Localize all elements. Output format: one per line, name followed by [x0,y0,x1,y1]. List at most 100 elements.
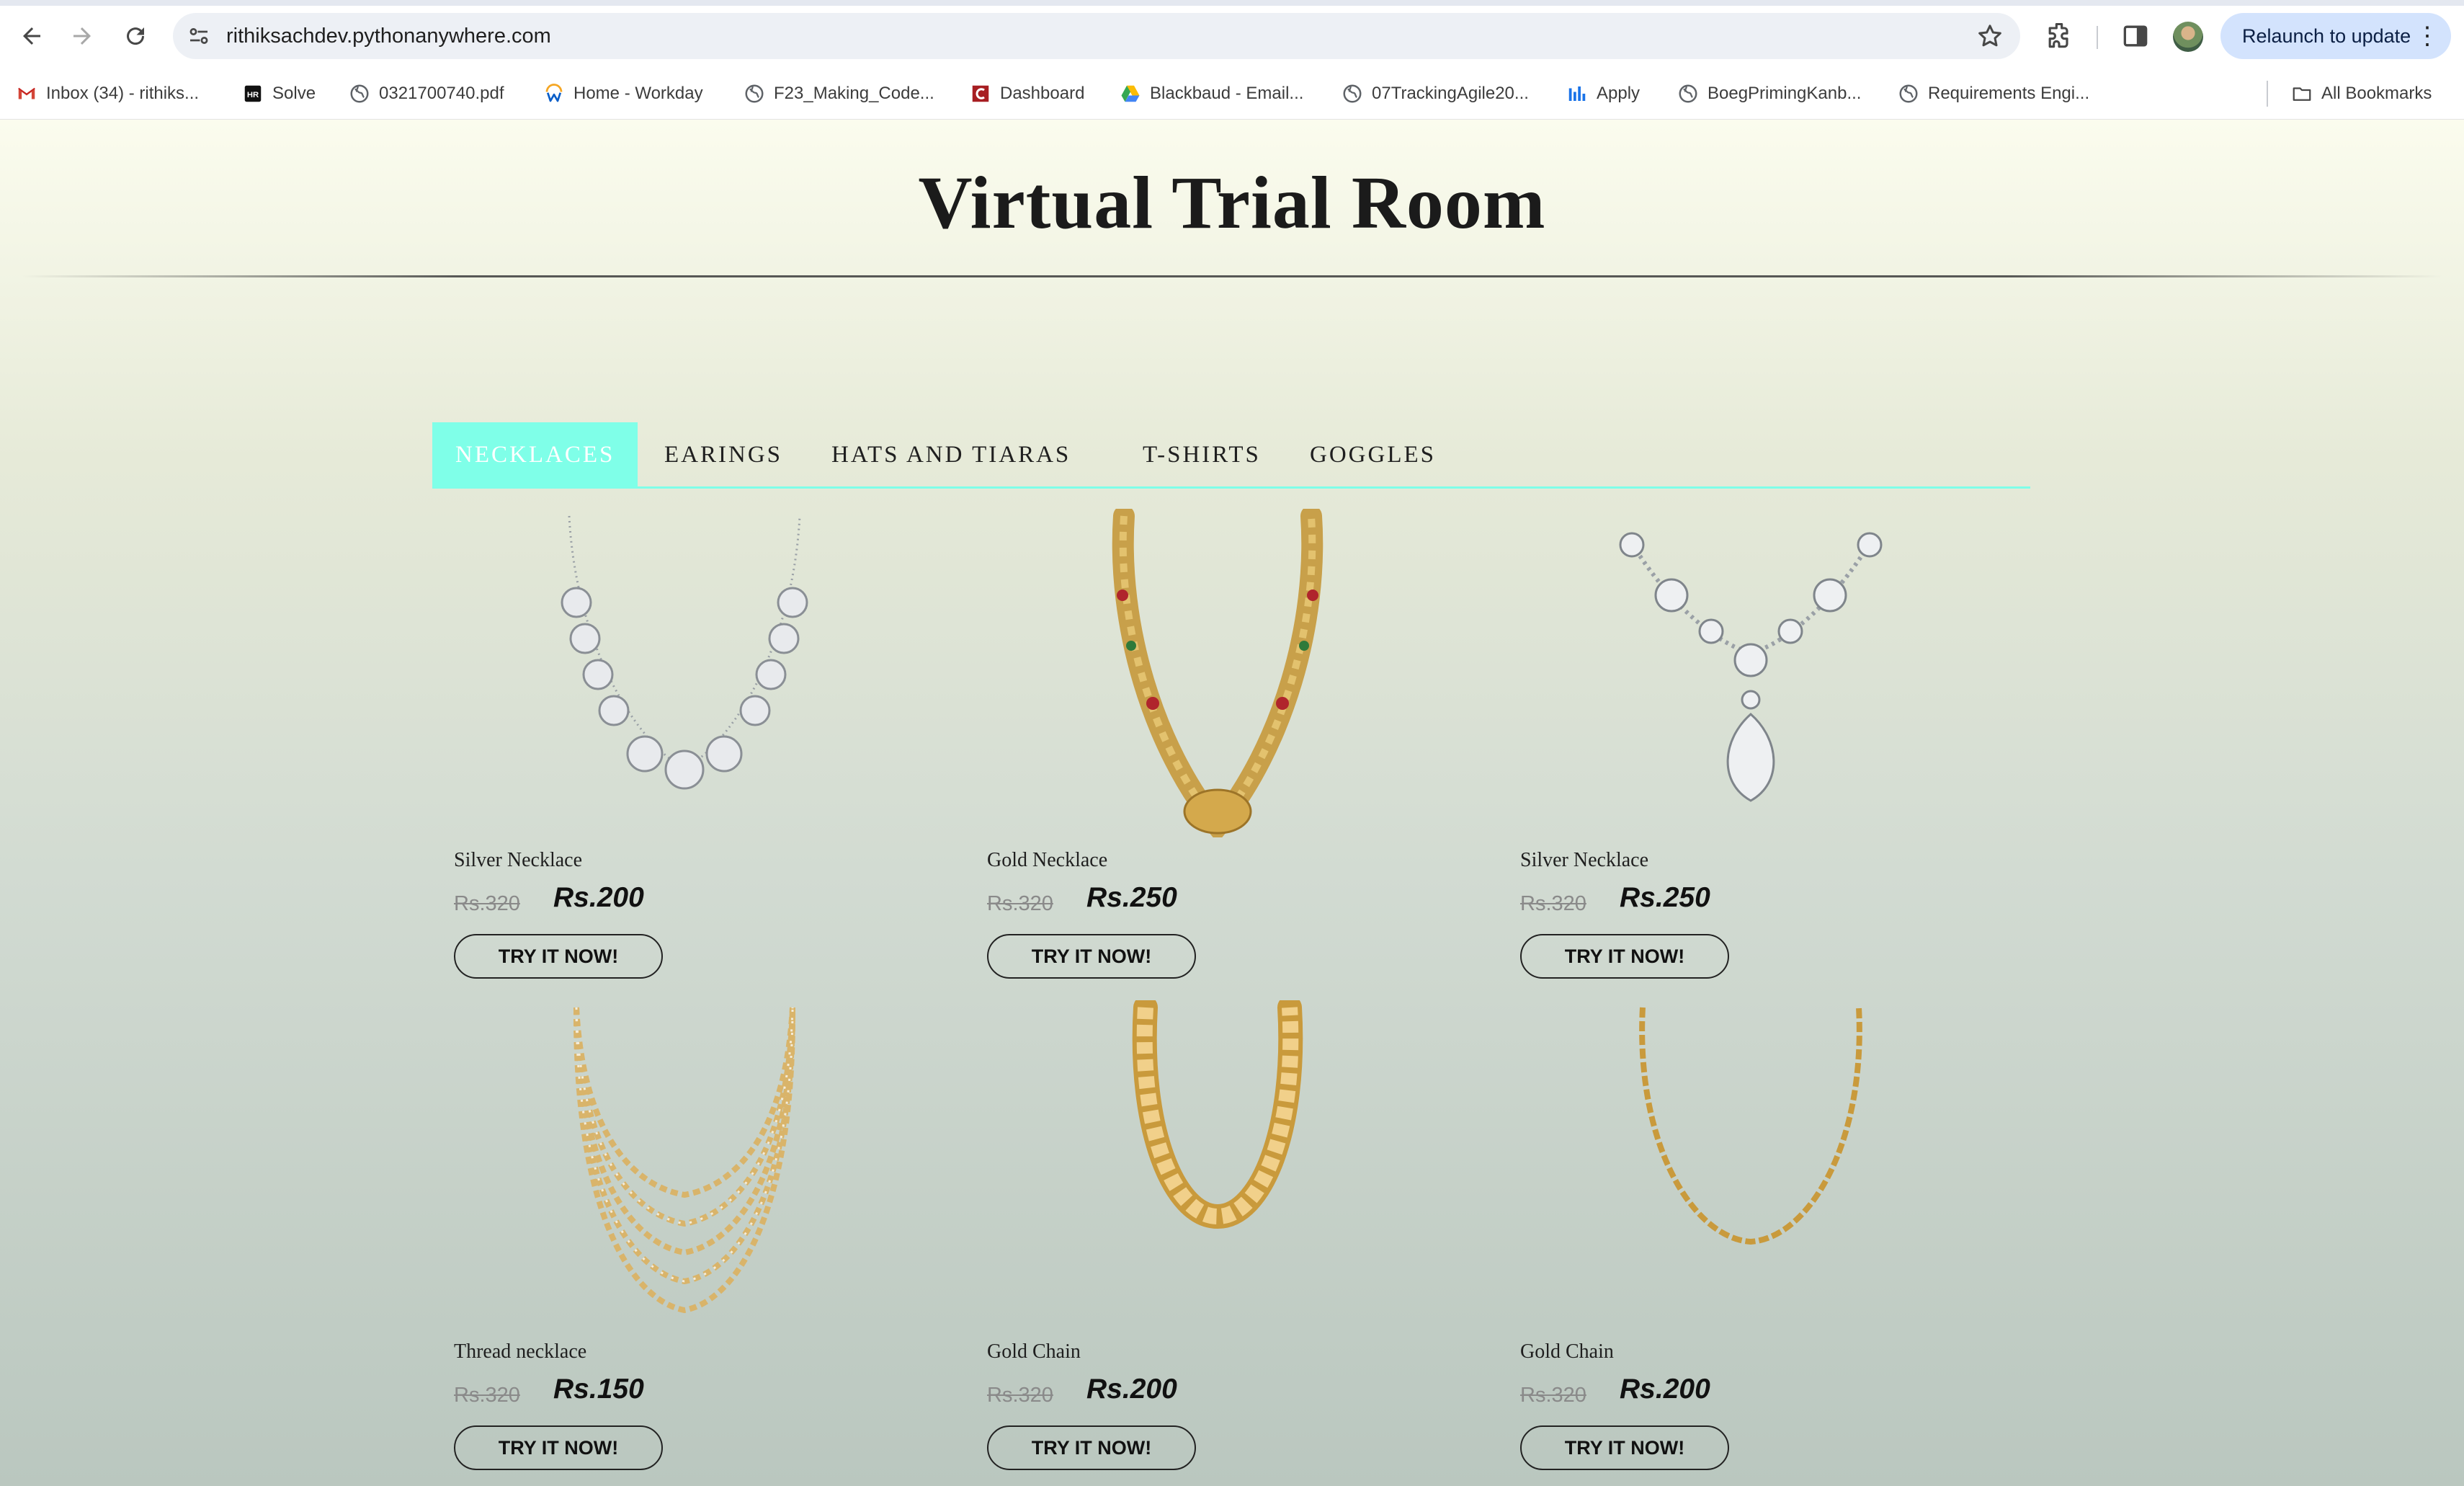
product-name: Gold Necklace [987,849,1108,871]
side-panel-icon[interactable] [2120,20,2151,52]
product-old-price: Rs.320 [987,892,1053,915]
tab-earings[interactable]: EARINGS [641,422,805,487]
back-button[interactable] [12,16,52,56]
category-tabs: NECKLACES EARINGS HATS AND TIARAS T-SHIR… [432,422,2030,489]
layered-thread-necklace-image [573,1007,796,1314]
bookmark-item-pdf[interactable]: 0321700740.pdf [349,79,504,108]
tab-necklaces[interactable]: NECKLACES [432,422,638,487]
all-bookmarks-label: All Bookmarks [2321,84,2432,103]
bookmark-item-tracking-agile[interactable]: 07TrackingAgile20... [1342,79,1529,108]
globe-icon [349,83,370,104]
product-price: Rs.150 [553,1374,644,1405]
product-name: Thread necklace [454,1340,587,1363]
gmail-icon [16,83,37,104]
product-image[interactable] [1499,1000,2003,1329]
profile-avatar[interactable] [2173,22,2203,52]
product-name: Gold Chain [1520,1340,1614,1363]
bookmark-label: Apply [1597,84,1641,103]
bar-chart-icon [1566,83,1588,104]
tab-t-shirts[interactable]: T-SHIRTS [1120,422,1284,487]
product-image[interactable] [1499,509,2003,837]
product-price: Rs.200 [1620,1374,1710,1405]
try-it-now-button[interactable]: TRY IT NOW! [987,934,1196,979]
address-bar[interactable]: rithiksachdev.pythonanywhere.com [173,13,2020,59]
product-name: Silver Necklace [1520,849,1649,871]
bookmark-label: F23_Making_Code... [774,84,934,103]
product-old-price: Rs.320 [987,1384,1053,1407]
relaunch-label: Relaunch to update [2242,25,2411,47]
reload-icon [127,27,145,45]
product-image[interactable] [432,1000,937,1329]
bookmark-label: Solve [272,84,316,103]
try-it-now-button[interactable]: TRY IT NOW! [1520,934,1729,979]
bookmark-item-blackbaud[interactable]: Blackbaud - Email... [1120,79,1303,108]
reload-button[interactable] [115,16,156,56]
bookmark-label: 07TrackingAgile20... [1372,84,1529,103]
forward-button[interactable] [62,16,102,56]
globe-icon [1677,83,1699,104]
bookmark-item-dashboard[interactable]: Dashboard [970,79,1084,108]
bookmarks-bar: Inbox (34) - rithiks... HR Solve 0321700… [0,66,2464,120]
bookmark-label: Requirements Engi... [1928,84,2090,103]
product-old-price: Rs.320 [454,892,520,915]
tab-hats-and-tiaras[interactable]: HATS AND TIARAS [808,422,1094,487]
cuban-gold-chain-image [1132,1000,1303,1229]
bookmark-item-f23[interactable]: F23_Making_Code... [744,79,934,108]
product-name: Silver Necklace [454,849,583,871]
globe-icon [1342,83,1363,104]
page-content: Virtual Trial Room NECKLACES EARINGS HAT… [0,120,2464,1486]
browser-chrome: rithiksachdev.pythonanywhere.com Relaunc… [0,0,2464,120]
svg-text:HR: HR [247,91,259,99]
bookmark-label: Inbox (34) - rithiks... [46,84,200,103]
try-it-now-button[interactable]: TRY IT NOW! [454,934,663,979]
gold-necklace-image [1112,509,1323,837]
dashboard-icon [970,83,991,104]
tab-strip-edge [0,0,2464,6]
more-menu-icon[interactable]: ⋮ [2415,13,2440,59]
thin-gold-chain-image [1639,1007,1862,1245]
product-image[interactable] [965,509,1470,837]
bookmarks-divider [2267,81,2268,107]
globe-icon [744,83,765,104]
folder-icon [2291,83,2313,104]
workday-icon [543,83,565,104]
try-it-now-button[interactable]: TRY IT NOW! [454,1425,663,1470]
product-name: Gold Chain [987,1340,1081,1363]
page-title: Virtual Trial Room [918,161,1546,244]
arrow-left-icon [23,27,40,45]
globe-icon [1898,83,1919,104]
bookmark-item-boeg[interactable]: BoegPrimingKanb... [1677,79,1861,108]
bookmark-item-apply[interactable]: Apply [1566,79,1640,108]
bookmark-label: Home - Workday [573,84,703,103]
product-price: Rs.250 [1620,882,1710,913]
title-divider [22,275,2442,277]
product-price: Rs.250 [1086,882,1177,913]
all-bookmarks-button[interactable]: All Bookmarks [2291,79,2432,108]
product-old-price: Rs.320 [454,1384,520,1407]
tab-goggles[interactable]: GOGGLES [1287,422,1459,487]
try-it-now-button[interactable]: TRY IT NOW! [987,1425,1196,1470]
bookmark-star-icon[interactable] [1976,22,2004,50]
url-text[interactable]: rithiksachdev.pythonanywhere.com [226,13,551,59]
silver-necklace-image [561,515,808,790]
product-old-price: Rs.320 [1520,1384,1586,1407]
product-old-price: Rs.320 [1520,892,1586,915]
toolbar-divider [2097,26,2098,49]
bookmark-item-solve[interactable]: HR Solve [242,79,316,108]
product-image[interactable] [432,509,937,837]
bookmark-item-workday[interactable]: Home - Workday [543,79,703,108]
try-it-now-button[interactable]: TRY IT NOW! [1520,1425,1729,1470]
solve-icon: HR [242,83,264,104]
relaunch-to-update-button[interactable]: Relaunch to update ⋮ [2220,13,2451,59]
bookmark-label: 0321700740.pdf [379,84,504,103]
navigation-row: rithiksachdev.pythonanywhere.com Relaunc… [0,6,2464,66]
product-image[interactable] [965,1000,1470,1329]
product-price: Rs.200 [1086,1374,1177,1405]
site-settings-icon[interactable] [186,23,212,49]
bookmark-item-requirements[interactable]: Requirements Engi... [1898,79,2089,108]
diamond-pendant-necklace-image [1619,532,1883,802]
bookmark-label: BoegPrimingKanb... [1708,84,1862,103]
bookmark-label: Blackbaud - Email... [1150,84,1304,103]
extensions-icon[interactable] [2043,20,2075,52]
bookmark-item-inbox[interactable]: Inbox (34) - rithiks... [16,79,199,108]
